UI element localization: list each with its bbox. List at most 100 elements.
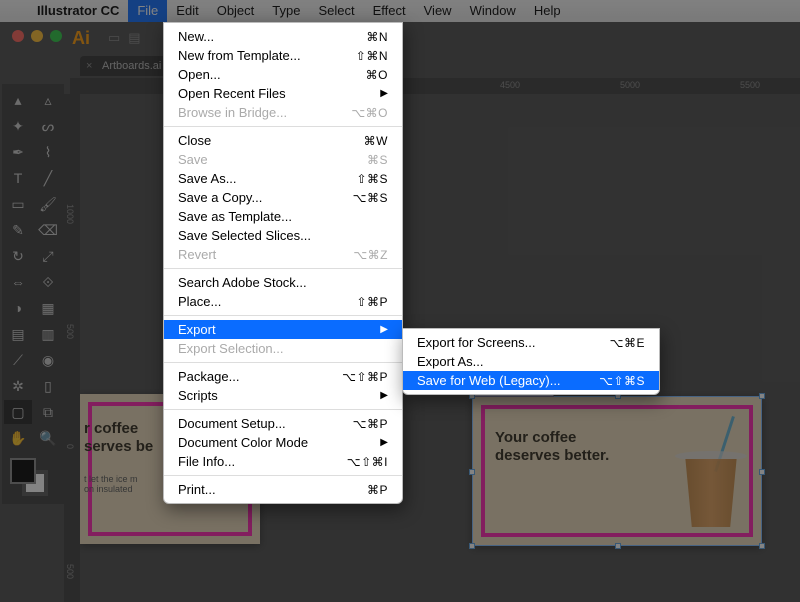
direct-select-tool-icon[interactable]: ▵	[34, 88, 62, 112]
magic-wand-tool-icon[interactable]: ✦	[4, 114, 32, 138]
brush-tool-icon[interactable]: 🖌	[34, 192, 62, 216]
menu-item-label: Save As...	[178, 170, 237, 188]
menu-item-label: Save a Copy...	[178, 189, 262, 207]
width-tool-icon[interactable]: ⇔	[4, 270, 32, 294]
menu-shortcut: ⌥⇧⌘I	[347, 453, 388, 471]
file-menu-item[interactable]: Close ⌘W	[164, 131, 402, 150]
file-menu-item[interactable]: File Info...⌥⇧⌘I	[164, 452, 402, 471]
menu-shortcut: ⌥⌘O	[351, 104, 388, 122]
menu-window[interactable]: Window	[461, 0, 525, 22]
hand-tool-icon[interactable]: ✋	[4, 426, 32, 450]
file-menu-item[interactable]: Document Setup...⌥⌘P	[164, 414, 402, 433]
menu-shortcut: ⌘P	[367, 481, 388, 499]
fill-stroke-swatch[interactable]	[4, 456, 62, 500]
file-menu-item[interactable]: Document Color Mode▶	[164, 433, 402, 452]
zoom-tool-icon[interactable]: 🔍	[34, 426, 62, 450]
selection-tool-icon[interactable]: ▴	[4, 88, 32, 112]
menu-edit[interactable]: Edit	[167, 0, 207, 22]
menu-object[interactable]: Object	[208, 0, 264, 22]
file-menu-item[interactable]: Package...⌥⇧⌘P	[164, 367, 402, 386]
menu-item-label: Close	[178, 132, 211, 150]
menu-view[interactable]: View	[415, 0, 461, 22]
column-graph-tool-icon[interactable]: ▯	[34, 374, 62, 398]
gradient-tool-icon[interactable]: ▥	[34, 322, 62, 346]
selection-handle[interactable]	[469, 469, 475, 475]
scale-tool-icon[interactable]: ⤢	[34, 244, 62, 268]
document-tabs: × Artboards.ai	[80, 56, 171, 76]
menu-file[interactable]: File	[128, 0, 167, 22]
file-menu-item[interactable]: Place...⇧⌘P	[164, 292, 402, 311]
selection-handle[interactable]	[615, 543, 621, 549]
line-tool-icon[interactable]: ╱	[34, 166, 62, 190]
file-menu-item[interactable]: New from Template...⇧⌘N	[164, 46, 402, 65]
file-menu-item[interactable]: New...⌘N	[164, 27, 402, 46]
file-menu-item[interactable]: Save as Template...	[164, 207, 402, 226]
file-menu-item[interactable]: Search Adobe Stock...	[164, 273, 402, 292]
curvature-tool-icon[interactable]: ⌇	[34, 140, 62, 164]
perspective-tool-icon[interactable]: ▦	[34, 296, 62, 320]
symbol-sprayer-tool-icon[interactable]: ✲	[4, 374, 32, 398]
artboard-selected[interactable]: 05 - Facebook Ad Your coffee deserves be…	[472, 396, 762, 546]
document-tab[interactable]: × Artboards.ai	[80, 56, 171, 76]
menu-item-label: Print...	[178, 481, 216, 499]
eraser-tool-icon[interactable]: ⌫	[34, 218, 62, 242]
pen-tool-icon[interactable]: ✒	[4, 140, 32, 164]
selection-handle[interactable]	[759, 543, 765, 549]
type-tool-icon[interactable]: T	[4, 166, 32, 190]
minimize-window-icon[interactable]	[31, 30, 43, 42]
selection-handle[interactable]	[759, 393, 765, 399]
file-menu-item[interactable]: Save Selected Slices...	[164, 226, 402, 245]
close-window-icon[interactable]	[12, 30, 24, 42]
blend-tool-icon[interactable]: ◉	[34, 348, 62, 372]
app-menu[interactable]: Illustrator CC	[28, 0, 128, 22]
free-transform-tool-icon[interactable]: ⟐	[34, 270, 62, 294]
file-menu-item[interactable]: Open...⌘O	[164, 65, 402, 84]
menu-item-label: Save for Web (Legacy)...	[417, 372, 561, 390]
menu-shortcut: ⌘W	[364, 132, 388, 150]
lasso-tool-icon[interactable]: ᔕ	[34, 114, 62, 138]
bridge-icon[interactable]: ▭	[108, 30, 120, 46]
toolbox: ▴ ▵ ✦ ᔕ ✒ ⌇ T ╱ ▭ 🖌 ✎ ⌫ ↻ ⤢ ⇔ ⟐ ◑ ▦ ▤ ▥ …	[2, 84, 64, 504]
mesh-tool-icon[interactable]: ▤	[4, 322, 32, 346]
export-submenu-item[interactable]: Export for Screens...⌥⌘E	[403, 333, 659, 352]
ad-headline: r coffee serves be	[84, 420, 153, 456]
menu-item-label: Browse in Bridge...	[178, 104, 287, 122]
menu-select[interactable]: Select	[309, 0, 363, 22]
menu-shortcut: ⌘S	[367, 151, 388, 169]
file-menu-item[interactable]: Save a Copy...⌥⌘S	[164, 188, 402, 207]
eyedropper-tool-icon[interactable]: ⟋	[4, 348, 32, 372]
artboard-tool-icon[interactable]: ▢	[4, 400, 32, 424]
menu-type[interactable]: Type	[263, 0, 309, 22]
submenu-arrow-icon: ▶	[380, 434, 388, 452]
ruler-mark: 500	[65, 324, 75, 339]
arrange-icon[interactable]: ▤	[128, 30, 140, 46]
menu-item-label: Document Setup...	[178, 415, 286, 433]
rectangle-tool-icon[interactable]: ▭	[4, 192, 32, 216]
file-menu-item[interactable]: Scripts▶	[164, 386, 402, 405]
export-submenu: Export for Screens...⌥⌘EExport As...Save…	[402, 328, 660, 395]
ruler-mark: 0	[65, 444, 75, 449]
menu-help[interactable]: Help	[525, 0, 570, 22]
window-toolbar-icons: ▭ ▤	[108, 30, 141, 46]
zoom-window-icon[interactable]	[50, 30, 62, 42]
selection-handle[interactable]	[759, 469, 765, 475]
pencil-tool-icon[interactable]: ✎	[4, 218, 32, 242]
file-menu-item[interactable]: Export▶	[164, 320, 402, 339]
export-submenu-item[interactable]: Export As...	[403, 352, 659, 371]
menu-item-label: Export	[178, 321, 216, 339]
tab-title: Artboards.ai	[102, 60, 161, 72]
file-menu-item[interactable]: Print... ⌘P	[164, 480, 402, 499]
close-tab-icon[interactable]: ×	[86, 60, 92, 72]
menu-shortcut: ⌘O	[366, 66, 388, 84]
selection-handle[interactable]	[469, 543, 475, 549]
export-submenu-item[interactable]: Save for Web (Legacy)...⌥⇧⌘S	[403, 371, 659, 390]
file-menu-item[interactable]: Open Recent Files▶	[164, 84, 402, 103]
slice-tool-icon[interactable]: ⧉	[34, 400, 62, 424]
menu-item-label: Package...	[178, 368, 239, 386]
shape-builder-tool-icon[interactable]: ◑	[4, 296, 32, 320]
file-menu-item[interactable]: Save As...⇧⌘S	[164, 169, 402, 188]
menu-shortcut: ⌘N	[366, 28, 388, 46]
menu-item-label: Save Selected Slices...	[178, 227, 311, 245]
rotate-tool-icon[interactable]: ↻	[4, 244, 32, 268]
menu-effect[interactable]: Effect	[364, 0, 415, 22]
